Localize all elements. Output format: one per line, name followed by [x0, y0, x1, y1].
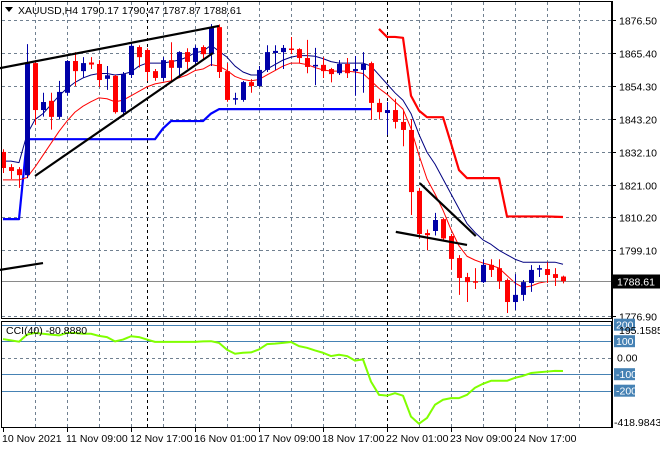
- bullish-candle: [433, 220, 438, 231]
- bearish-candle: [329, 69, 334, 75]
- time-axis-label: 17 Nov 09:00: [258, 433, 321, 445]
- price-axis-label: 1832.10: [619, 148, 657, 160]
- bullish-candle: [233, 98, 238, 100]
- time-axis-label: 23 Nov 09:00: [450, 433, 513, 445]
- time-axis-label: 11 Nov 09:00: [66, 433, 128, 445]
- time-axis-label: 10 Nov 2021: [2, 433, 62, 445]
- bearish-candle: [49, 100, 54, 117]
- bearish-candle: [305, 58, 310, 67]
- bearish-candle: [561, 276, 566, 282]
- bullish-candle: [257, 69, 262, 86]
- bullish-candle: [41, 102, 46, 111]
- bullish-candle: [281, 47, 286, 53]
- bearish-candle: [9, 167, 14, 171]
- bearish-candle: [425, 233, 430, 236]
- bearish-candle: [153, 71, 158, 78]
- bearish-candle: [145, 50, 150, 73]
- bearish-candle: [401, 121, 406, 130]
- bearish-candle: [89, 62, 94, 65]
- bearish-candle: [113, 75, 118, 113]
- cci-level-label: -100: [616, 369, 637, 381]
- time-axis-label: 24 Nov 17:00: [514, 433, 577, 445]
- bullish-candle: [353, 69, 358, 72]
- bullish-candle: [161, 60, 166, 78]
- bearish-candle: [377, 102, 382, 113]
- time-axis-label: 12 Nov 17:00: [130, 433, 193, 445]
- bearish-candle: [185, 52, 190, 62]
- price-chart[interactable]: 1876.50 1865.40 1854.30 1843.20 1832.10 1821.…: [0, 0, 660, 450]
- time-axis-label: 16 Nov 01:00: [194, 433, 257, 445]
- bearish-candle: [169, 60, 174, 68]
- bearish-candle: [489, 264, 494, 270]
- bearish-candle: [249, 82, 254, 86]
- bearish-candle: [225, 71, 230, 100]
- bullish-candle: [57, 91, 62, 117]
- bearish-candle: [465, 277, 470, 283]
- bearish-candle: [33, 63, 38, 111]
- bullish-candle: [513, 294, 518, 303]
- bullish-candle: [65, 61, 70, 93]
- bearish-candle: [321, 64, 326, 72]
- bearish-candle: [417, 190, 422, 234]
- bearish-candle: [369, 63, 374, 103]
- bullish-candle: [313, 64, 318, 67]
- bearish-candle: [97, 63, 102, 81]
- price-axis-label: 1854.30: [619, 82, 657, 94]
- bearish-candle: [409, 129, 414, 193]
- bullish-candle: [361, 63, 366, 70]
- bullish-candle: [105, 75, 110, 79]
- price-axis-label: 1876.50: [619, 16, 657, 28]
- bullish-candle: [265, 52, 270, 70]
- bearish-candle: [545, 269, 550, 275]
- current-price-label: 1788.61: [617, 277, 655, 289]
- bullish-candle: [25, 63, 30, 176]
- bearish-candle: [345, 63, 350, 74]
- bullish-candle: [337, 63, 342, 74]
- bullish-candle: [121, 74, 126, 113]
- bullish-candle: [241, 82, 246, 100]
- bullish-candle: [193, 47, 198, 62]
- bullish-candle: [521, 282, 526, 295]
- bullish-candle: [129, 45, 134, 75]
- bearish-candle: [441, 219, 446, 239]
- bearish-candle: [449, 236, 454, 259]
- bearish-candle: [137, 47, 142, 58]
- time-axis-label: 22 Nov 01:00: [386, 433, 449, 445]
- bearish-candle: [393, 110, 398, 122]
- bullish-candle: [385, 110, 390, 114]
- cci-level-label: 100: [616, 336, 634, 348]
- time-axis-label: 18 Nov 17:00: [322, 433, 385, 445]
- price-axis-label: 1821.00: [619, 181, 657, 193]
- bullish-candle: [81, 63, 86, 72]
- bearish-candle: [297, 49, 302, 59]
- bullish-candle: [529, 269, 534, 284]
- price-axis-label: 1799.10: [619, 246, 657, 258]
- cci-label: CCI(40) -80.8880: [6, 325, 87, 337]
- bullish-candle: [209, 28, 214, 55]
- bearish-candle: [17, 169, 22, 176]
- bearish-candle: [497, 268, 502, 282]
- price-axis-label: 1865.40: [619, 49, 657, 61]
- symbol-label: XAUUSD,H4: [18, 5, 78, 17]
- bearish-candle: [217, 27, 222, 73]
- bullish-candle: [481, 264, 486, 283]
- cci-level-label: -200: [616, 386, 637, 398]
- price-axis-label: 1843.20: [619, 115, 657, 127]
- bearish-candle: [201, 47, 206, 55]
- cci-zero-label: 0.00: [617, 353, 638, 365]
- price-axis-label: 1810.20: [619, 213, 657, 225]
- cci-scale-min-label: -418.9843: [614, 417, 660, 429]
- bearish-candle: [473, 281, 478, 283]
- bullish-candle: [273, 50, 278, 53]
- ohlc-readout: 1790.17 1790.47 1787.87 1788.61: [81, 5, 242, 17]
- bearish-candle: [505, 280, 510, 303]
- bullish-candle: [177, 52, 182, 68]
- bearish-candle: [73, 61, 78, 72]
- bullish-candle: [537, 268, 542, 270]
- bearish-candle: [457, 258, 462, 278]
- bearish-candle: [289, 48, 294, 51]
- bearish-candle: [553, 274, 558, 278]
